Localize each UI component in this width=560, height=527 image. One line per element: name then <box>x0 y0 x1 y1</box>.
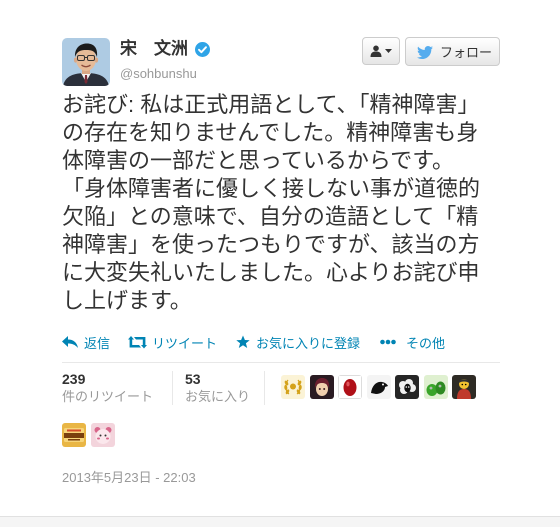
profile-avatar[interactable] <box>62 38 110 86</box>
user-actions-dropdown-button[interactable] <box>362 37 400 65</box>
more-label: その他 <box>406 335 446 351</box>
user-name[interactable]: 宋 文洲 <box>120 38 188 60</box>
reply-action[interactable]: 返信 <box>62 333 110 351</box>
tweet-text-line: 「身体障害者に優しく接しない事が道徳的 <box>62 176 481 201</box>
tweet-timestamp[interactable]: 2013年5月23日 - 22:03 <box>62 470 196 486</box>
black-bird-avatar[interactable] <box>366 375 391 399</box>
stats-divider <box>264 371 265 405</box>
user-handle[interactable]: @sohbunshu <box>120 65 197 83</box>
tweet-text-line: 欠陥」との意味で、自分の造語として「精 <box>62 204 479 229</box>
pudding-box-avatar[interactable] <box>62 423 86 447</box>
person-icon <box>370 45 382 57</box>
pink-character-avatar[interactable] <box>90 423 115 447</box>
black-sheep-avatar[interactable] <box>395 375 419 399</box>
favorite-label: お気に入りに登録 <box>256 335 361 351</box>
favorite-count-label: お気に入り <box>185 389 251 404</box>
tweet-text-line: に大変失礼いたしました。心よりお詫び申 <box>62 260 480 285</box>
retweet-label: リツイート <box>152 335 218 351</box>
stats-divider <box>172 371 173 405</box>
red-egg-avatar[interactable] <box>338 375 362 399</box>
reply-icon <box>62 336 78 348</box>
tweet-text-line: の存在を知りませんでした。精神障害も身 <box>62 120 479 145</box>
retweet-count-label: 件のリツイート <box>62 389 154 404</box>
favorite-count: 53 <box>185 371 201 387</box>
reply-label: 返信 <box>84 335 111 351</box>
twitter-bird-icon <box>417 45 433 59</box>
caret-down-icon <box>385 49 392 53</box>
star-icon <box>236 335 250 348</box>
favorite-action[interactable]: お気に入りに登録 <box>236 333 360 351</box>
tweet-text-line: 体障害の一部だと思っているからです。 <box>62 148 455 173</box>
anime-character-avatar[interactable] <box>309 375 334 399</box>
retweet-count: 239 <box>62 371 86 387</box>
tweet-text: お詫び: 私は正式用語として、「精神障害」 の存在を知りませんでした。精神障害も… <box>62 91 480 315</box>
tweet-stats: 239 件のリツイート 53 お気に入り <box>62 371 500 447</box>
retweet-icon <box>128 335 147 348</box>
more-action[interactable]: その他 <box>380 333 445 351</box>
follow-button[interactable]: フォロー <box>405 37 500 66</box>
user-name-row: 宋 文洲 <box>120 38 210 60</box>
tweet-text-line: 神障害」を使ったつもりですが、該当の方 <box>62 232 480 257</box>
profile-photo <box>62 38 110 86</box>
tweet-text-line: し上げます。 <box>62 288 192 313</box>
tweet-text-line: お詫び: 私は正式用語として、「精神障害」 <box>62 92 480 117</box>
retweet-count-stat[interactable]: 239 件のリツイート <box>62 371 172 405</box>
more-dots-icon <box>380 339 396 345</box>
favorite-count-stat[interactable]: 53 お気に入り <box>185 371 264 405</box>
cartoon-person-avatar[interactable] <box>452 375 476 399</box>
footer-strip <box>0 516 560 527</box>
divider <box>62 362 500 363</box>
verified-badge-icon <box>195 41 210 57</box>
laurel-avatar[interactable] <box>281 375 305 399</box>
green-monster-avatar[interactable] <box>423 375 448 399</box>
retweet-action[interactable]: リツイート <box>128 333 217 351</box>
follow-button-label: フォロー <box>440 45 493 60</box>
